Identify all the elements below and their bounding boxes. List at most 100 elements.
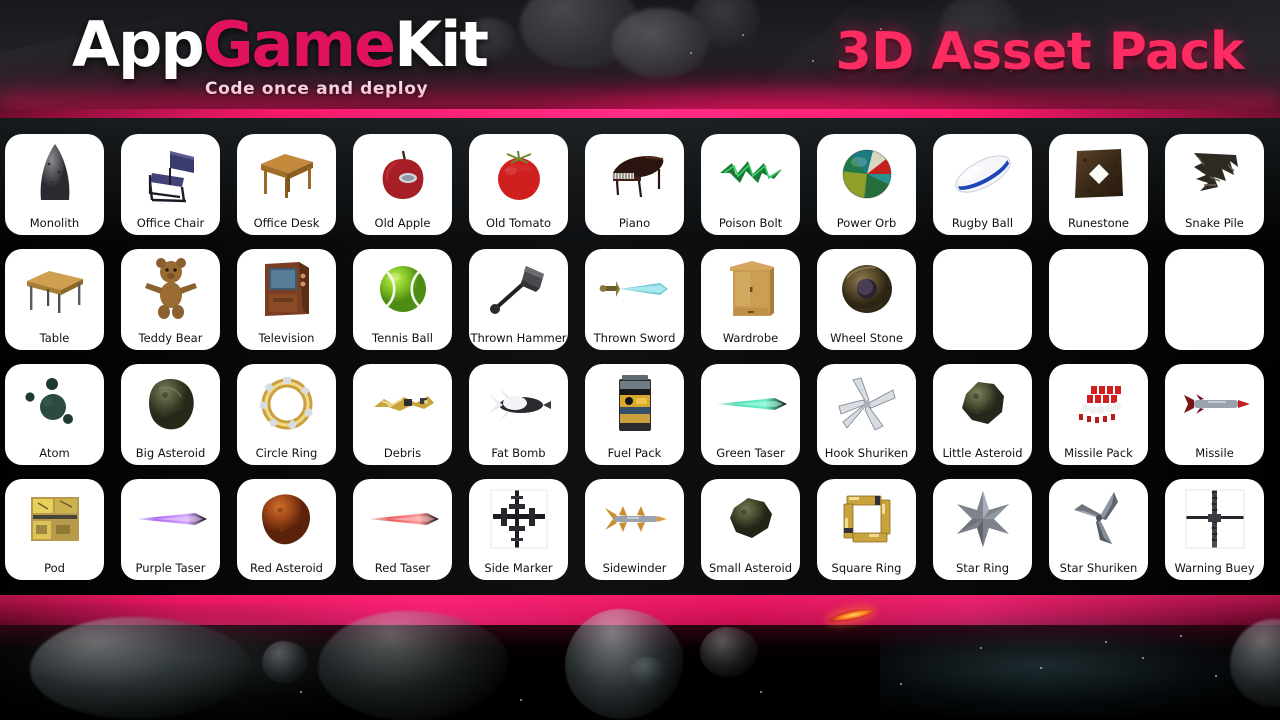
star-shuriken-icon [1049,483,1148,555]
poison-bolt-icon [701,138,800,210]
asset-tile-green-taser[interactable]: Green Taser [701,364,800,465]
square-ring-icon [817,483,916,555]
asset-tile-circle-ring[interactable]: Circle Ring [237,364,336,465]
asset-label: Piano [618,216,651,230]
asset-label: Big Asteroid [135,446,206,460]
asset-tile-small-asteroid[interactable]: Small Asteroid [701,479,800,580]
old-tomato-icon [469,138,568,210]
asset-tile-snake-pile[interactable]: Snake Pile [1165,134,1264,235]
asset-tile-teddy-bear[interactable]: Teddy Bear [121,249,220,350]
asset-pack-page: AppGameKit Code once and deploy 3D Asset… [0,0,1280,720]
asset-tile-hook-shuriken[interactable]: Hook Shuriken [817,364,916,465]
asset-tile-empty[interactable] [1165,249,1264,350]
red-asteroid-icon [237,483,336,555]
asset-tile-monolith[interactable]: Monolith [5,134,104,235]
asset-tile-side-marker[interactable]: Side Marker [469,479,568,580]
office-chair-icon [121,138,220,210]
asset-tile-pod[interactable]: Pod [5,479,104,580]
hook-shuriken-icon [817,368,916,440]
office-desk-icon [237,138,336,210]
asset-tile-red-asteroid[interactable]: Red Asteroid [237,479,336,580]
asset-tile-old-apple[interactable]: Old Apple [353,134,452,235]
asset-tile-sidewinder[interactable]: Sidewinder [585,479,684,580]
asset-label: Circle Ring [255,446,318,460]
asset-tile-fuel-pack[interactable]: Fuel Pack [585,364,684,465]
asset-tile-little-asteroid[interactable]: Little Asteroid [933,364,1032,465]
asset-label: Poison Bolt [718,216,783,230]
asset-tile-table[interactable]: Table [5,249,104,350]
asset-tile-purple-taser[interactable]: Purple Taser [121,479,220,580]
asset-tile-runestone[interactable]: Runestone [1049,134,1148,235]
asset-tile-star-ring[interactable]: Star Ring [933,479,1032,580]
asset-label: Small Asteroid [708,561,793,575]
asset-tile-thrown-hammer[interactable]: Thrown Hammer [469,249,568,350]
asset-tile-red-taser[interactable]: Red Taser [353,479,452,580]
footer-asteroid [318,611,508,720]
empty-tile [933,253,1032,325]
atom-icon [5,368,104,440]
snake-pile-icon [1165,138,1264,210]
asset-label: Missile Pack [1064,446,1133,460]
asset-label: Little Asteroid [942,446,1023,460]
asset-tile-big-asteroid[interactable]: Big Asteroid [121,364,220,465]
header-glow-divider [0,109,1280,118]
logo-text-app: App [72,8,205,81]
asset-label: Rugby Ball [951,216,1014,230]
asset-label: Fuel Pack [607,446,662,460]
little-asteroid-icon [933,368,1032,440]
footer-space-scene [0,595,1280,720]
sidewinder-icon [585,483,684,555]
header-spark [690,52,692,54]
asset-tile-rugby-ball[interactable]: Rugby Ball [933,134,1032,235]
asset-tile-fat-bomb[interactable]: Fat Bomb [469,364,568,465]
asset-tile-missile[interactable]: Missile [1165,364,1264,465]
logo-text-kit: Kit [394,8,489,81]
asset-tile-poison-bolt[interactable]: Poison Bolt [701,134,800,235]
asset-tile-star-shuriken[interactable]: Star Shuriken [1049,479,1148,580]
asset-tile-square-ring[interactable]: Square Ring [817,479,916,580]
asset-label: Purple Taser [135,561,206,575]
asset-tile-empty[interactable] [933,249,1032,350]
asset-row: Pod Purple Taser Red Asteroid Red Taser … [5,479,1280,580]
red-taser-icon [353,483,452,555]
teddy-bear-icon [121,253,220,325]
logo-tagline: Code once and deploy [205,79,429,99]
asset-tile-old-tomato[interactable]: Old Tomato [469,134,568,235]
asset-label: Pod [44,561,65,575]
asset-tile-piano[interactable]: Piano [585,134,684,235]
asset-tile-wardrobe[interactable]: Wardrobe [701,249,800,350]
television-icon [237,253,336,325]
footer-nebula [880,613,1280,720]
asset-label: Debris [383,446,422,460]
asset-tile-missile-pack[interactable]: Missile Pack [1049,364,1148,465]
asset-row: Table Teddy Bear Television Tennis Ball … [5,249,1280,350]
fat-bomb-icon [469,368,568,440]
page-title: 3D Asset Pack [835,22,1244,82]
asset-tile-atom[interactable]: Atom [5,364,104,465]
empty-tile [1049,253,1148,325]
appgamekit-logo: AppGameKit [72,14,489,76]
asset-tile-debris[interactable]: Debris [353,364,452,465]
asset-tile-office-chair[interactable]: Office Chair [121,134,220,235]
thrown-hammer-icon [469,253,568,325]
purple-taser-icon [121,483,220,555]
piano-icon [585,138,684,210]
asset-tile-office-desk[interactable]: Office Desk [237,134,336,235]
asset-tile-warning-buey[interactable]: Warning Buey [1165,479,1264,580]
asset-tile-tennis-ball[interactable]: Tennis Ball [353,249,452,350]
asset-tile-empty[interactable] [1049,249,1148,350]
asset-tile-wheel-stone[interactable]: Wheel Stone [817,249,916,350]
asset-tile-television[interactable]: Television [237,249,336,350]
header-spark [812,60,814,62]
asset-tile-thrown-sword[interactable]: Thrown Sword [585,249,684,350]
asset-label: Thrown Sword [593,331,676,345]
fuel-pack-icon [585,368,684,440]
asset-label: Fat Bomb [491,446,546,460]
rugby-ball-icon [933,138,1032,210]
asset-tile-power-orb[interactable]: Power Orb [817,134,916,235]
star-ring-icon [933,483,1032,555]
asset-label: Television [258,331,315,345]
thrown-sword-icon [585,253,684,325]
asset-label: Wheel Stone [830,331,903,345]
asset-label: Power Orb [836,216,897,230]
